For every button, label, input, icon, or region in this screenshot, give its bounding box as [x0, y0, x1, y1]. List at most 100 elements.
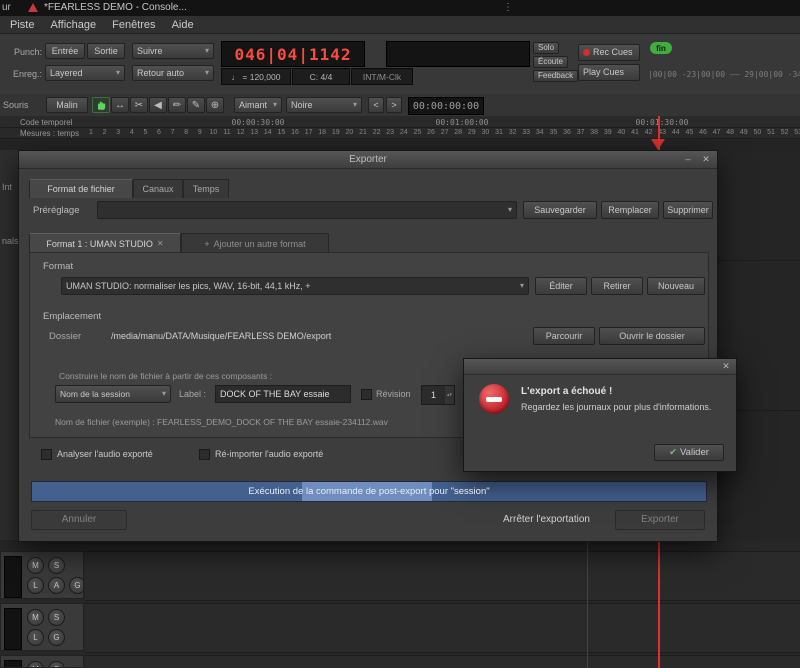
- audition-icon[interactable]: ◀: [149, 97, 167, 113]
- ruler-bar-number: 39: [601, 129, 615, 136]
- tab-close-icon[interactable]: ✕: [157, 239, 164, 248]
- punch-loop-range-clocks: |00|00 -23|00|00 —— 29|00|00 -34|0: [648, 70, 800, 79]
- auto-return-select[interactable]: Retour auto ▾: [132, 65, 214, 81]
- punch-in-button[interactable]: Entrée: [45, 43, 85, 59]
- zoom-icon[interactable]: ⊕: [206, 97, 224, 113]
- solo-button[interactable]: S: [48, 609, 65, 626]
- format-edit-button[interactable]: Éditer: [535, 277, 587, 295]
- follow-select[interactable]: Suivre ▾: [132, 43, 214, 59]
- format-remove-button[interactable]: Retirer: [591, 277, 643, 295]
- mouse-mode-buttons: ↔✂◀✏✎⊕: [92, 97, 225, 113]
- primary-clock[interactable]: 046|04|1142: [221, 41, 365, 67]
- revision-label: Révision: [376, 389, 411, 399]
- track-lane[interactable]: [85, 603, 800, 653]
- format-new-button[interactable]: Nouveau: [647, 277, 705, 295]
- preset-save-button[interactable]: Sauvegarder: [523, 201, 597, 219]
- fader-strip[interactable]: [4, 556, 22, 598]
- stop-export-button[interactable]: Arrêter l'exportation: [497, 513, 596, 526]
- minimize-icon[interactable]: –: [681, 152, 695, 166]
- track-circle-button[interactable]: L: [27, 629, 44, 646]
- tab-timespan[interactable]: Temps: [183, 179, 229, 198]
- ruler-bar-number: 6: [152, 129, 166, 136]
- format-tab-active[interactable]: Format 1 : UMAN STUDIO ✕: [29, 233, 181, 253]
- export-dialog-titlebar[interactable]: Exporter – ✕: [19, 151, 717, 169]
- tab-file-format[interactable]: Format de fichier: [29, 179, 133, 198]
- grid-unit-select[interactable]: Noire ▾: [286, 97, 362, 113]
- listen-indicator-button[interactable]: Écoute: [533, 56, 568, 68]
- ruler-bar-number: 11: [220, 129, 234, 136]
- close-icon[interactable]: ✕: [719, 359, 733, 373]
- folder-browse-button[interactable]: Parcourir: [533, 327, 595, 345]
- track-lane[interactable]: [85, 551, 800, 601]
- feedback-indicator-button[interactable]: Feedback: [533, 70, 578, 82]
- ruler-bar-number: 42: [642, 129, 656, 136]
- revision-checkbox[interactable]: [361, 389, 372, 400]
- end-marker-badge[interactable]: fin: [650, 42, 672, 54]
- preset-select[interactable]: ▾: [97, 201, 517, 219]
- cancel-button[interactable]: Annuler: [31, 510, 127, 530]
- preset-remove-button[interactable]: Supprimer: [663, 201, 713, 219]
- grab-hand-icon[interactable]: [92, 97, 110, 113]
- track-circle-button[interactable]: L: [27, 577, 44, 594]
- cut-icon[interactable]: ✂: [130, 97, 148, 113]
- solo-button[interactable]: S: [48, 661, 65, 668]
- fader-strip[interactable]: [4, 660, 22, 668]
- revision-stepper[interactable]: 1 ▴▾: [421, 385, 455, 405]
- label-field[interactable]: DOCK OF THE BAY essaie: [215, 385, 351, 403]
- nudge-back-button[interactable]: <: [368, 97, 384, 113]
- secondary-clock[interactable]: [386, 41, 530, 67]
- track-circle-button[interactable]: A: [48, 577, 65, 594]
- marker-lane[interactable]: [0, 139, 800, 150]
- menu-aide[interactable]: Aide: [172, 19, 194, 31]
- validate-label: Valider: [680, 448, 709, 458]
- tab-channels[interactable]: Canaux: [133, 179, 183, 198]
- nudge-clock[interactable]: 00:00:00:00: [408, 97, 484, 115]
- mute-button[interactable]: M: [27, 609, 44, 626]
- ruler-bar-number: 46: [696, 129, 710, 136]
- error-dialog-titlebar[interactable]: ✕: [464, 359, 736, 375]
- track-circle-button[interactable]: G: [69, 577, 84, 594]
- check-icon: ✔: [669, 448, 677, 458]
- meter-button[interactable]: C: 4/4: [292, 68, 350, 85]
- mute-button[interactable]: M: [27, 661, 44, 668]
- nudge-forward-button[interactable]: >: [386, 97, 402, 113]
- snap-mode-select[interactable]: Aimant ▾: [234, 97, 282, 113]
- solo-button[interactable]: S: [48, 557, 65, 574]
- ruler-bar-number: 34: [533, 129, 547, 136]
- add-format-label: Ajouter un autre format: [214, 239, 306, 249]
- reimport-label: Ré-importer l'audio exporté: [215, 449, 323, 459]
- stepper-arrows-icon[interactable]: ▴▾: [445, 386, 454, 404]
- sync-source-button[interactable]: INT/M-Clk: [351, 68, 413, 85]
- internal-edit-icon[interactable]: ✎: [187, 97, 205, 113]
- record-mode-select[interactable]: Layered ▾: [45, 65, 125, 81]
- ruler-bar-number: 12: [234, 129, 248, 136]
- rec-cues-button[interactable]: Rec Cues: [578, 44, 640, 61]
- validate-button[interactable]: ✔ Valider: [654, 444, 724, 461]
- draw-icon[interactable]: ✏: [168, 97, 186, 113]
- ruler-bar-number: 8: [179, 129, 193, 136]
- reimport-checkbox[interactable]: [199, 449, 210, 460]
- range-icon[interactable]: ↔: [111, 97, 129, 113]
- solo-indicator-button[interactable]: Solo: [533, 42, 559, 54]
- track-lane[interactable]: [85, 655, 800, 668]
- format-select[interactable]: UMAN STUDIO: normaliser les pics, WAV, 1…: [61, 277, 529, 295]
- export-button[interactable]: Exporter: [615, 510, 705, 530]
- play-cues-button[interactable]: Play Cues: [578, 64, 640, 81]
- menu-affichage[interactable]: Affichage: [50, 19, 96, 31]
- close-icon[interactable]: ✕: [699, 152, 713, 166]
- punch-out-button[interactable]: Sortie: [87, 43, 125, 59]
- mute-button[interactable]: M: [27, 557, 44, 574]
- preset-replace-button[interactable]: Remplacer: [601, 201, 659, 219]
- add-format-tab[interactable]: + Ajouter un autre format: [181, 233, 329, 253]
- folder-open-button[interactable]: Ouvrir le dossier: [599, 327, 705, 345]
- ruler-bar-number: 29: [465, 129, 479, 136]
- analyze-checkbox[interactable]: [41, 449, 52, 460]
- smart-mode-button[interactable]: Malin: [46, 97, 88, 113]
- fader-strip[interactable]: [4, 608, 22, 650]
- menu-fenêtres[interactable]: Fenêtres: [112, 19, 155, 31]
- filename-component-select[interactable]: Nom de la session ▾: [55, 385, 171, 403]
- tempo-button[interactable]: ♩ = 120,000: [221, 68, 291, 85]
- menu-piste[interactable]: Piste: [10, 19, 34, 31]
- track-circle-button[interactable]: G: [48, 629, 65, 646]
- track-name-fragment: nals: [2, 236, 18, 246]
